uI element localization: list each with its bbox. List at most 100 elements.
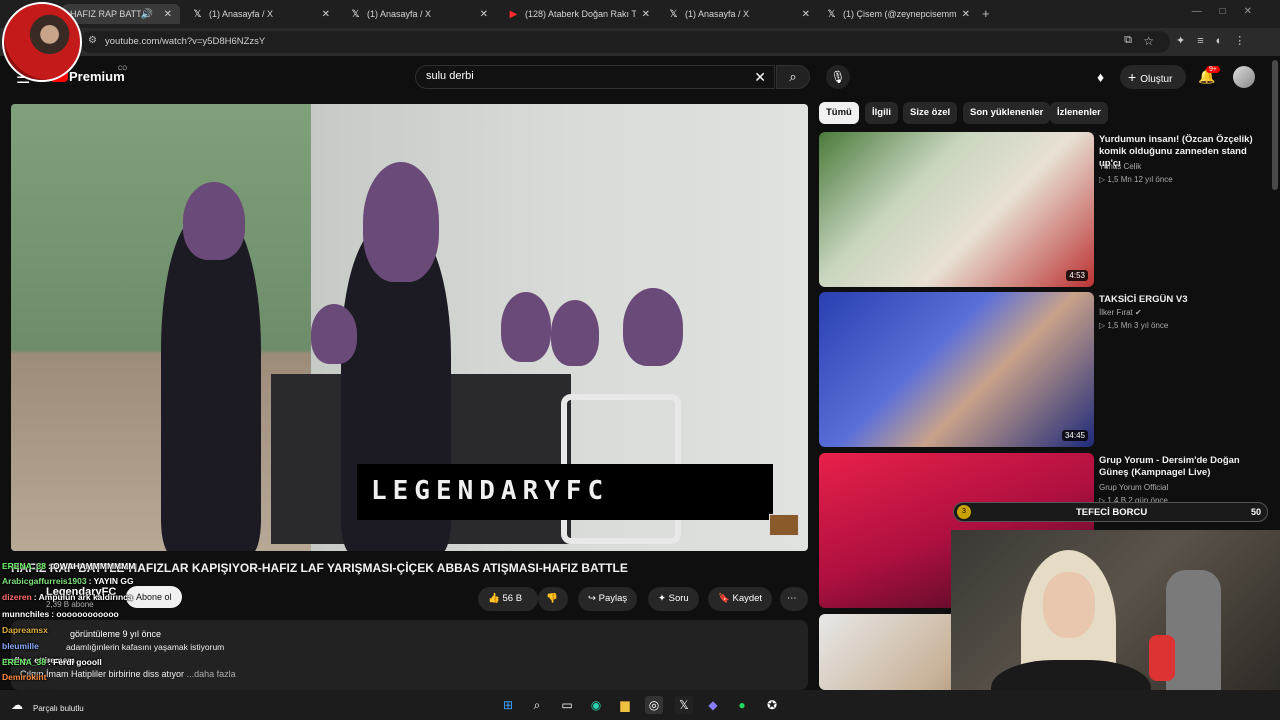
related-thumbnail[interactable]: 34:45 bbox=[819, 292, 1094, 447]
youtube-premium-label[interactable]: Premium bbox=[69, 69, 125, 84]
tab-hafiz-rap-battle[interactable]: HAFIZ RAP BATTLE-HAFIZ 🔊 ✕ bbox=[62, 4, 180, 24]
subscribe-button[interactable]: Abone ol bbox=[126, 586, 182, 608]
tab-x-anasayfa-3[interactable]: 𝕏 (1) Anasayfa / X ✕ bbox=[660, 4, 818, 24]
dislike-button[interactable]: 👎 bbox=[538, 587, 568, 611]
related-thumbnail[interactable]: 4:53 bbox=[819, 132, 1094, 287]
share-button[interactable]: ↪ Paylaş bbox=[578, 587, 638, 611]
youtube-icon: ▶ bbox=[509, 8, 518, 20]
close-icon[interactable]: ✕ bbox=[322, 9, 330, 20]
close-icon[interactable]: ✕ bbox=[164, 9, 172, 20]
windows-start-icon[interactable]: ⊞ bbox=[499, 696, 517, 714]
description-line-1: adamlığınlerin kafasını yaşamak istiyoru… bbox=[66, 642, 225, 652]
filter-chip[interactable]: Size özel bbox=[903, 102, 958, 124]
edge-icon[interactable]: ◉ bbox=[587, 696, 605, 714]
filter-chip[interactable]: İlgili bbox=[865, 102, 898, 124]
tab-x-anasayfa-1[interactable]: 𝕏 (1) Anasayfa / X ✕ bbox=[184, 4, 338, 24]
discord-icon[interactable]: ◆ bbox=[704, 696, 722, 714]
save-label: Kaydet bbox=[732, 593, 763, 604]
weather-text: Parçalı bulutlu bbox=[33, 704, 84, 713]
more-dots-icon: ⋯ bbox=[787, 593, 797, 604]
tab-title: (1) Anasayfa / X bbox=[209, 9, 274, 19]
chat-line: Dapreamsx bbox=[2, 625, 50, 635]
chat-message: : Ampulün ark kaldırınca bbox=[33, 592, 133, 602]
like-count: 56 B bbox=[502, 593, 523, 604]
video-player[interactable]: LEGENDARYFC bbox=[11, 104, 808, 551]
search-input[interactable] bbox=[426, 70, 746, 82]
install-icon[interactable]: ⧉ bbox=[1124, 34, 1132, 47]
spotify-icon[interactable]: ● bbox=[733, 696, 751, 714]
chat-message: : Ferdi goooll bbox=[47, 657, 102, 667]
related-channel[interactable]: İlker Fırat ✔ bbox=[1099, 308, 1142, 317]
thumbs-up-icon: 👍 bbox=[488, 593, 500, 604]
new-tab-button[interactable]: + bbox=[982, 6, 990, 21]
ask-button[interactable]: ✦ Soru bbox=[648, 587, 699, 611]
taskbar-search-icon[interactable]: ⌕ bbox=[528, 696, 546, 714]
like-button[interactable]: 👍 56 B bbox=[478, 587, 538, 611]
filter-chip[interactable]: İzlenenler bbox=[1050, 102, 1108, 124]
weather-icon[interactable]: ☁ bbox=[8, 696, 26, 714]
related-channel[interactable]: Yunus Celik bbox=[1099, 162, 1141, 171]
voice-search-button[interactable]: 🎙 bbox=[826, 65, 850, 89]
tab-ataberk[interactable]: ▶ (128) Ataberk Doğan Rakı Tavsiye ✕ bbox=[500, 4, 658, 24]
goal-label: TEFECİ BORCU bbox=[1076, 507, 1148, 518]
filter-chip[interactable]: Son yüklenenler bbox=[963, 102, 1051, 124]
close-icon[interactable]: ✕ bbox=[962, 9, 970, 20]
show-more-link[interactable]: ...daha fazla bbox=[187, 669, 236, 679]
x-app-icon[interactable]: 𝕏 bbox=[675, 696, 693, 714]
chat-username: bleumille bbox=[2, 641, 39, 651]
extensions-icons[interactable]: ✦≡◐⋮ bbox=[1176, 34, 1257, 47]
related-title[interactable]: TAKSİCİ ERGÜN V3 bbox=[1099, 294, 1267, 306]
windows-taskbar: ☁ ⊞ ⌕ ▭ ◉ ▆ ◎ 𝕏 ◆ ● ✪ bbox=[0, 690, 1280, 720]
related-video-2[interactable]: 34:45 TAKSİCİ ERGÜN V3 İlker Fırat ✔ ▷ 1… bbox=[819, 292, 1279, 447]
share-icon: ↪ bbox=[588, 593, 596, 604]
related-video-1[interactable]: 4:53 Yurdumun insanı! (Özcan Özçelik) ko… bbox=[819, 132, 1279, 287]
filter-chip[interactable]: Tümü bbox=[819, 102, 859, 124]
file-explorer-icon[interactable]: ▆ bbox=[616, 696, 634, 714]
video-duration: 4:53 bbox=[1066, 270, 1088, 281]
account-avatar[interactable] bbox=[1233, 66, 1255, 88]
microphone-icon: 🎙 bbox=[830, 70, 846, 84]
chat-line: Arabicgaffurreis1903: YAYIN GG bbox=[2, 576, 134, 586]
related-channel[interactable]: Grup Yorum Official bbox=[1099, 483, 1168, 492]
tab-title: (1) Anasayfa / X bbox=[367, 9, 432, 19]
page-scrollbar[interactable] bbox=[1272, 60, 1278, 190]
video-hijab-right bbox=[363, 162, 439, 282]
volume-icon[interactable]: 🔊 bbox=[141, 9, 153, 20]
chat-line: Demirokint bbox=[2, 672, 48, 682]
verified-icon: ✔ bbox=[1135, 308, 1142, 317]
tab-x-cisem[interactable]: 𝕏 (1) Çisem (@zeynepcisemm) / X ✕ bbox=[818, 4, 978, 24]
thumbs-down-icon: 👎 bbox=[546, 593, 558, 604]
create-button[interactable]: + Oluştur bbox=[1120, 65, 1186, 89]
save-button[interactable]: 🔖 Kaydet bbox=[708, 587, 773, 611]
related-title[interactable]: Grup Yorum - Dersim'de Doğan Güneş (Kamp… bbox=[1099, 455, 1267, 479]
tab-title: (1) Çisem (@zeynepcisemm) / X bbox=[843, 9, 956, 19]
window-controls[interactable]: —□✕ bbox=[1192, 6, 1270, 17]
channel-watermark[interactable] bbox=[769, 514, 799, 536]
tab-title: (128) Ataberk Doğan Rakı Tavsiye bbox=[525, 9, 636, 19]
browser-tab-strip: HAFIZ RAP BATTLE-HAFIZ 🔊 ✕ 𝕏 (1) Anasayf… bbox=[0, 0, 1280, 28]
clear-search-icon[interactable]: ✕ bbox=[754, 69, 766, 86]
close-icon[interactable]: ✕ bbox=[480, 9, 488, 20]
steam-icon[interactable]: ✪ bbox=[763, 696, 781, 714]
search-button[interactable]: ⌕ bbox=[776, 65, 810, 89]
tab-x-anasayfa-2[interactable]: 𝕏 (1) Anasayfa / X ✕ bbox=[342, 4, 496, 24]
more-actions-button[interactable]: ⋯ bbox=[780, 587, 808, 611]
site-info-icon[interactable]: ⚙ bbox=[88, 35, 97, 46]
close-icon[interactable]: ✕ bbox=[642, 9, 650, 20]
task-view-icon[interactable]: ▭ bbox=[558, 696, 576, 714]
gem-icon[interactable]: ♦ bbox=[1097, 69, 1104, 85]
close-icon[interactable]: ✕ bbox=[802, 9, 810, 20]
url-box[interactable]: ⚙ youtube.com/watch?v=y5D8H6NZzsY ⧉ ☆ bbox=[80, 31, 1170, 53]
video-hijab-seated-1 bbox=[311, 304, 357, 364]
video-duration: 34:45 bbox=[1061, 430, 1088, 441]
bookmark-star-icon[interactable]: ☆ bbox=[1143, 34, 1154, 48]
chat-username: dizeren bbox=[2, 592, 32, 602]
chrome-icon[interactable]: ◎ bbox=[645, 696, 663, 714]
video-hijab-seated-2 bbox=[501, 292, 551, 362]
chat-message: : YAYIN GG bbox=[88, 576, 134, 586]
chat-line: ERENA_38: Ferdi goooll bbox=[2, 657, 102, 667]
search-bar: ✕ bbox=[415, 65, 775, 89]
address-bar-row: ⚙ youtube.com/watch?v=y5D8H6NZzsY ⧉ ☆ ✦≡… bbox=[0, 28, 1280, 56]
tab-title: (1) Anasayfa / X bbox=[685, 9, 750, 19]
url-text[interactable]: youtube.com/watch?v=y5D8H6NZzsY bbox=[105, 36, 265, 47]
